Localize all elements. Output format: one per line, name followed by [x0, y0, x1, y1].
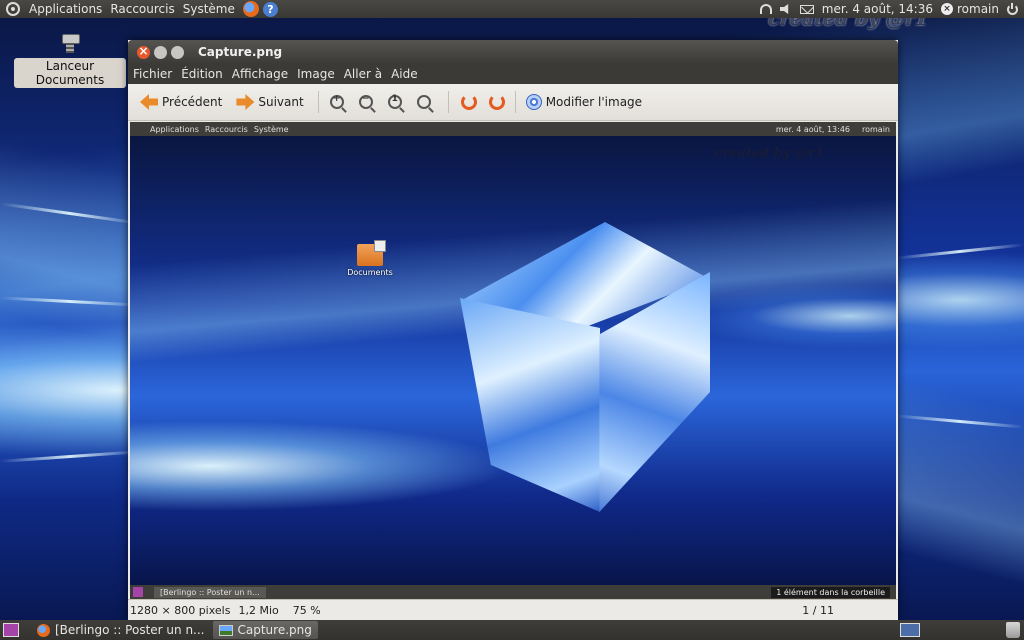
- help-icon[interactable]: ?: [262, 1, 278, 17]
- image-show-desktop-icon: [133, 587, 143, 597]
- menu-affichage[interactable]: Affichage: [228, 67, 292, 81]
- menu-applications[interactable]: Applications: [25, 0, 106, 18]
- taskbar-item-firefox[interactable]: [Berlingo :: Poster un n...: [31, 621, 211, 639]
- menu-bar: Fichier Édition Affichage Image Aller à …: [128, 64, 898, 84]
- menu-fichier[interactable]: Fichier: [129, 67, 176, 81]
- image-menu-applications: Applications: [150, 124, 199, 134]
- user-name[interactable]: romain: [957, 2, 999, 16]
- launcher-icon: [58, 30, 82, 54]
- file-size: 1,2 Mio: [238, 603, 279, 617]
- taskbar-item-label: Capture.png: [237, 623, 312, 637]
- cube-graphic: [460, 222, 710, 512]
- menu-systeme[interactable]: Système: [179, 0, 239, 18]
- mail-icon[interactable]: [799, 4, 814, 14]
- previous-button[interactable]: Précédent: [136, 91, 226, 113]
- image-position: 1 / 11: [802, 603, 834, 617]
- arrow-right-icon: [236, 94, 255, 110]
- firefox-icon: [37, 623, 50, 637]
- zoom-in-icon[interactable]: +: [329, 94, 344, 109]
- network-icon[interactable]: [759, 4, 772, 14]
- title-bar[interactable]: Capture.png: [128, 40, 898, 64]
- next-label: Suivant: [258, 95, 304, 109]
- image-view[interactable]: Applications Raccourcis Système mer. 4 a…: [130, 122, 896, 599]
- previous-label: Précédent: [162, 95, 223, 109]
- volume-icon[interactable]: [779, 4, 789, 14]
- firefox-launcher-icon[interactable]: [242, 1, 259, 17]
- edit-image-button[interactable]: Modifier l'image: [522, 91, 646, 113]
- desktop-icon-launcher[interactable]: Lanceur Documents: [14, 30, 126, 88]
- close-button[interactable]: [137, 44, 150, 59]
- image-viewer-window: Capture.png Fichier Édition Affichage Im…: [128, 40, 898, 620]
- workspace-switcher-icon[interactable]: [900, 623, 920, 637]
- show-desktop-icon[interactable]: [3, 623, 19, 637]
- next-button[interactable]: Suivant: [232, 91, 307, 113]
- image-dimensions: 1280 × 800 pixels: [130, 603, 231, 617]
- image-menu-raccourcis: Raccourcis: [204, 124, 248, 134]
- desktop-icon-label: Lanceur Documents: [14, 58, 126, 88]
- image-trash-notice: 1 élément dans la corbeille: [771, 586, 890, 598]
- menu-aller-a[interactable]: Aller à: [340, 67, 386, 81]
- menu-aide[interactable]: Aide: [387, 67, 422, 81]
- bottom-panel: [Berlingo :: Poster un n... Capture.png: [0, 620, 1024, 640]
- zoom-out-icon[interactable]: −: [358, 94, 373, 109]
- taskbar-item-capture[interactable]: Capture.png: [212, 621, 318, 639]
- rotate-right-icon[interactable]: [488, 94, 505, 110]
- top-panel: Applications Raccourcis Système ? mer. 4…: [0, 0, 1024, 18]
- minimize-button[interactable]: [154, 45, 167, 59]
- image-wallpaper: created by @r1 Documents: [130, 136, 896, 585]
- image-viewer-icon: [218, 624, 233, 636]
- menu-edition[interactable]: Édition: [177, 67, 227, 81]
- power-icon[interactable]: [1007, 2, 1018, 15]
- ubuntu-logo-icon[interactable]: [6, 2, 20, 16]
- image-bottom-panel: [Berlingo :: Poster un n... 1 élément da…: [130, 585, 896, 599]
- image-user-name: romain: [862, 124, 890, 134]
- toolbar-separator: [317, 91, 319, 113]
- toolbar: Précédent Suivant + − 1 Modifier l'image: [128, 84, 898, 121]
- toolbar-separator: [447, 91, 449, 113]
- image-desktop-icon-label: Documents: [347, 268, 393, 277]
- image-watermark: created by @r1: [714, 146, 824, 161]
- maximize-button[interactable]: [171, 45, 184, 59]
- image-desktop-icon: Documents: [342, 240, 398, 277]
- rotate-left-icon[interactable]: [460, 94, 477, 110]
- zoom-level: 75 %: [292, 603, 321, 617]
- arrow-left-icon: [140, 94, 158, 110]
- image-task-button: [Berlingo :: Poster un n...: [154, 586, 266, 598]
- edit-image-icon: [525, 94, 542, 110]
- image-menu-systeme: Système: [253, 124, 289, 134]
- taskbar-item-label: [Berlingo :: Poster un n...: [55, 623, 205, 637]
- folder-icon: [357, 240, 386, 266]
- image-top-panel: Applications Raccourcis Système mer. 4 a…: [130, 122, 896, 136]
- zoom-normal-icon[interactable]: 1: [387, 94, 402, 109]
- zoom-fit-icon[interactable]: [416, 95, 431, 109]
- toolbar-separator: [514, 91, 516, 113]
- user-status-icon[interactable]: ×: [941, 3, 953, 15]
- trash-icon[interactable]: [1006, 622, 1020, 638]
- clock[interactable]: mer. 4 août, 14:36: [822, 2, 933, 16]
- edit-image-label: Modifier l'image: [545, 95, 643, 109]
- menu-raccourcis[interactable]: Raccourcis: [106, 0, 178, 18]
- window-title: Capture.png: [198, 45, 283, 59]
- menu-image[interactable]: Image: [293, 67, 339, 81]
- status-bar: 1280 × 800 pixels 1,2 Mio 75 % 1 / 11: [128, 599, 898, 620]
- image-clock: mer. 4 août, 13:46: [775, 124, 850, 134]
